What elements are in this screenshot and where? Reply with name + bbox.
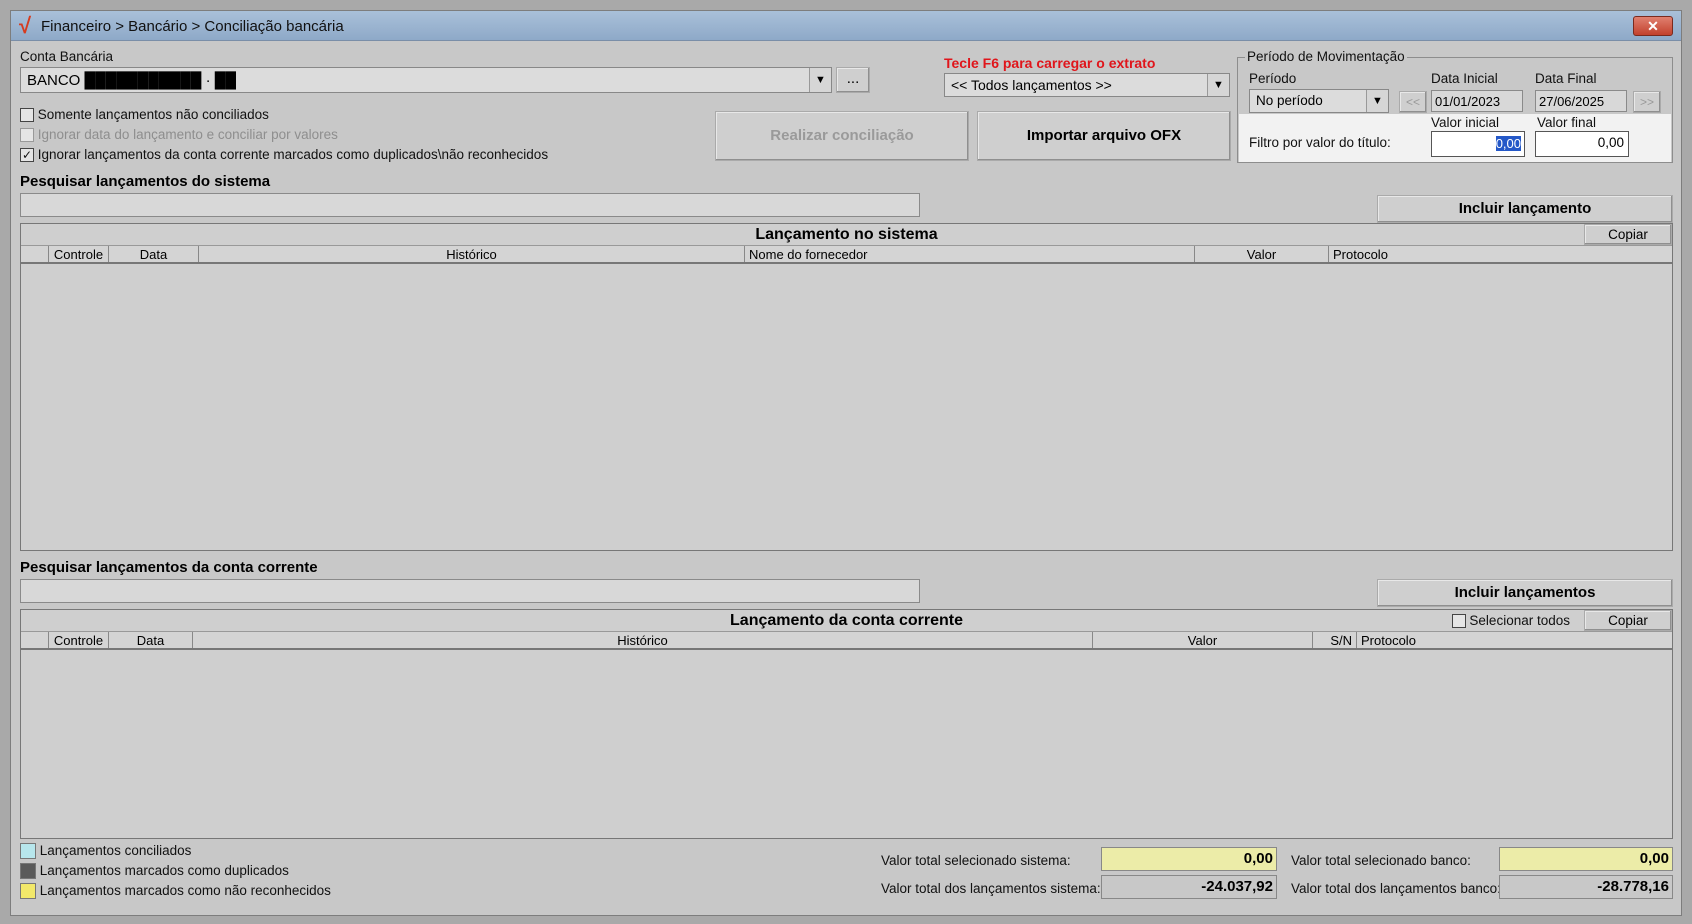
- close-button[interactable]: ✕: [1633, 16, 1673, 36]
- system-search-input[interactable]: [20, 193, 920, 217]
- checkbox: [20, 128, 34, 143]
- column-header[interactable]: Controle: [49, 246, 109, 262]
- system-grid-title: Lançamento no sistema: [755, 226, 938, 243]
- select-all-toggle[interactable]: Selecionar todos: [1451, 613, 1570, 629]
- legend-swatch: [20, 883, 36, 900]
- account-value: BANCO ███████████ · ██: [27, 72, 236, 89]
- bank-copy-button[interactable]: Copiar: [1584, 610, 1672, 631]
- all-system-label: Valor total dos lançamentos sistema:: [881, 881, 1101, 896]
- sel-bank-label: Valor total selecionado banco:: [1291, 853, 1471, 868]
- option-label: Somente lançamentos não conciliados: [37, 107, 269, 122]
- valor-final-input[interactable]: 0,00: [1535, 131, 1629, 157]
- window-title: Financeiro > Bancário > Conciliação banc…: [41, 18, 344, 35]
- row-selector-column: [21, 632, 49, 648]
- all-bank-value: -28.778,16: [1499, 875, 1673, 899]
- period-select[interactable]: No período ▼: [1249, 89, 1389, 113]
- column-header[interactable]: Protocolo: [1329, 246, 1674, 262]
- prev-period-button[interactable]: <<: [1399, 91, 1427, 113]
- end-date-input[interactable]: 27/06/2025: [1535, 90, 1627, 112]
- bank-grid-columns: Controle Data Histórico Valor S/N Protoc…: [21, 632, 1672, 650]
- valor-inicial-label: Valor inicial: [1431, 115, 1500, 130]
- option-ignore-date: Ignorar data do lançamento e conciliar p…: [20, 127, 338, 143]
- legend-swatch: [20, 843, 36, 860]
- checkbox[interactable]: [1451, 614, 1466, 629]
- checkbox-checked[interactable]: ✓: [20, 148, 34, 163]
- column-header[interactable]: Nome do fornecedor: [745, 246, 1195, 262]
- column-header[interactable]: Controle: [49, 632, 109, 648]
- end-date-label: Data Final: [1535, 71, 1597, 86]
- legend-conciliados: Lançamentos conciliados: [20, 843, 192, 860]
- sel-system-value: 0,00: [1101, 847, 1277, 871]
- start-date-input[interactable]: 01/01/2023: [1431, 90, 1523, 112]
- system-search-label: Pesquisar lançamentos do sistema: [20, 173, 271, 190]
- legend-swatch: [20, 863, 36, 880]
- legend-duplicados: Lançamentos marcados como duplicados: [20, 863, 289, 880]
- column-header[interactable]: Histórico: [199, 246, 745, 262]
- bank-grid: Lançamento da conta corrente Selecionar …: [20, 609, 1673, 839]
- start-date-label: Data Inicial: [1431, 71, 1498, 86]
- entries-filter-select[interactable]: << Todos lançamentos >> ▼: [944, 73, 1230, 97]
- chevron-down-icon[interactable]: ▼: [1366, 90, 1388, 112]
- system-copy-button[interactable]: Copiar: [1584, 224, 1672, 245]
- column-header[interactable]: S/N: [1313, 632, 1357, 648]
- all-system-value: -24.037,92: [1101, 875, 1277, 899]
- valor-final-label: Valor final: [1537, 115, 1597, 130]
- all-bank-label: Valor total dos lançamentos banco:: [1291, 881, 1501, 896]
- sel-system-label: Valor total selecionado sistema:: [881, 853, 1071, 868]
- entries-filter-value: << Todos lançamentos >>: [951, 77, 1112, 93]
- option-label: Ignorar lançamentos da conta corrente ma…: [37, 147, 549, 162]
- f6-hint: Tecle F6 para carregar o extrato: [944, 55, 1156, 71]
- sel-bank-value: 0,00: [1499, 847, 1673, 871]
- include-entry-button[interactable]: Incluir lançamento: [1377, 195, 1673, 223]
- bank-search-label: Pesquisar lançamentos da conta corrente: [20, 559, 318, 576]
- option-ignore-marked[interactable]: ✓ Ignorar lançamentos da conta corrente …: [20, 147, 549, 163]
- bank-grid-title: Lançamento da conta corrente: [730, 612, 963, 629]
- option-label: Ignorar data do lançamento e conciliar p…: [37, 127, 338, 142]
- column-header[interactable]: Data: [109, 632, 193, 648]
- column-header[interactable]: Data: [109, 246, 199, 262]
- chevron-down-icon[interactable]: ▼: [1207, 74, 1229, 96]
- chevron-down-icon[interactable]: ▼: [809, 68, 831, 92]
- period-label: Período: [1249, 71, 1297, 86]
- system-grid-header: Lançamento no sistema Copiar: [21, 224, 1672, 246]
- column-header[interactable]: Valor: [1093, 632, 1313, 648]
- bank-search-input[interactable]: [20, 579, 920, 603]
- legend-nao-reconhecidos: Lançamentos marcados como não reconhecid…: [20, 883, 331, 900]
- bank-grid-header: Lançamento da conta corrente Selecionar …: [21, 610, 1672, 632]
- system-grid: Lançamento no sistema Copiar Controle Da…: [20, 223, 1673, 551]
- valor-inicial-input[interactable]: 0,00: [1431, 131, 1525, 157]
- column-header[interactable]: Protocolo: [1357, 632, 1674, 648]
- column-header[interactable]: Valor: [1195, 246, 1329, 262]
- legend-label: Lançamentos marcados como duplicados: [39, 863, 289, 878]
- row-selector-column: [21, 246, 49, 262]
- app-logo-icon: √: [19, 13, 32, 38]
- column-header[interactable]: Histórico: [193, 632, 1093, 648]
- valor-inicial-value: 0,00: [1495, 136, 1521, 151]
- legend-label: Lançamentos marcados como não reconhecid…: [39, 883, 331, 898]
- value-filter-label: Filtro por valor do título:: [1249, 135, 1391, 150]
- account-label: Conta Bancária: [20, 49, 114, 64]
- option-only-unreconciled[interactable]: Somente lançamentos não conciliados: [20, 107, 269, 123]
- system-grid-columns: Controle Data Histórico Nome do forneced…: [21, 246, 1672, 264]
- account-select[interactable]: BANCO ███████████ · ██ ▼: [20, 67, 832, 93]
- reconciliation-window: √ Financeiro > Bancário > Conciliação ba…: [10, 10, 1682, 916]
- account-browse-button[interactable]: ...: [836, 67, 870, 93]
- include-entries-button[interactable]: Incluir lançamentos: [1377, 579, 1673, 607]
- next-period-button[interactable]: >>: [1633, 91, 1661, 113]
- select-all-label: Selecionar todos: [1469, 613, 1570, 628]
- checkbox[interactable]: [20, 108, 34, 123]
- reconcile-button[interactable]: Realizar conciliação: [715, 111, 969, 161]
- import-ofx-button[interactable]: Importar arquivo OFX: [977, 111, 1231, 161]
- title-bar: √ Financeiro > Bancário > Conciliação ba…: [11, 11, 1681, 41]
- legend-label: Lançamentos conciliados: [39, 843, 192, 858]
- period-value: No período: [1256, 93, 1323, 108]
- period-group-label: Período de Movimentação: [1245, 49, 1407, 64]
